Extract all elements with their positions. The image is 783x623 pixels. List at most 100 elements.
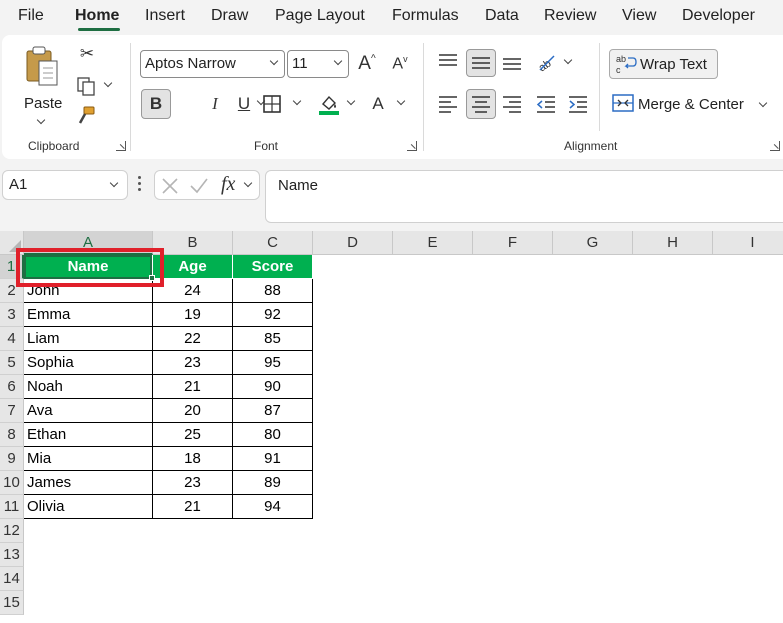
column-header-h[interactable]: H — [633, 231, 713, 255]
formula-bar-grip-icon[interactable] — [138, 176, 142, 194]
table-cell-score[interactable]: 88 — [233, 279, 313, 303]
decrease-font-size-button[interactable]: Av — [387, 51, 413, 77]
underline-button[interactable]: U — [232, 91, 256, 117]
table-cell-age[interactable]: 18 — [153, 447, 233, 471]
table-header-age[interactable]: Age — [153, 255, 233, 279]
row-header-5[interactable]: 5 — [0, 351, 24, 375]
table-cell-name[interactable]: Ava — [24, 399, 153, 423]
table-cell-age[interactable]: 22 — [153, 327, 233, 351]
table-cell-name[interactable]: Emma — [24, 303, 153, 327]
table-cell-name[interactable]: Sophia — [24, 351, 153, 375]
font-size-select[interactable]: 11 — [287, 50, 349, 78]
alignment-launcher-icon[interactable] — [770, 141, 780, 151]
table-cell-score[interactable]: 87 — [233, 399, 313, 423]
column-header-e[interactable]: E — [393, 231, 473, 255]
bottom-align-button[interactable] — [499, 49, 525, 75]
copy-button[interactable] — [74, 75, 98, 97]
table-cell-age[interactable]: 21 — [153, 495, 233, 519]
row-header-11[interactable]: 11 — [0, 495, 24, 519]
table-cell-score[interactable]: 90 — [233, 375, 313, 399]
italic-button[interactable]: I — [202, 91, 228, 117]
column-header-g[interactable]: G — [553, 231, 633, 255]
table-header-score[interactable]: Score — [233, 255, 313, 279]
table-cell-score[interactable]: 92 — [233, 303, 313, 327]
format-painter-button[interactable] — [74, 105, 98, 127]
table-cell-score[interactable]: 95 — [233, 351, 313, 375]
table-cell-name[interactable]: Mia — [24, 447, 153, 471]
table-cell-age[interactable]: 19 — [153, 303, 233, 327]
font-color-button[interactable]: A — [366, 91, 390, 117]
tab-data[interactable]: Data — [485, 7, 519, 25]
row-header-12[interactable]: 12 — [0, 519, 24, 543]
align-center-button[interactable] — [466, 89, 496, 119]
column-header-d[interactable]: D — [313, 231, 393, 255]
middle-align-button[interactable] — [466, 49, 496, 77]
clipboard-launcher-icon[interactable] — [116, 141, 126, 151]
decrease-indent-button[interactable] — [533, 91, 559, 117]
font-color-dropdown-icon[interactable] — [396, 96, 406, 106]
paste-dropdown-icon[interactable] — [36, 115, 46, 125]
row-header-3[interactable]: 3 — [0, 303, 24, 327]
table-cell-name[interactable]: Olivia — [24, 495, 153, 519]
tab-review[interactable]: Review — [544, 7, 596, 25]
table-cell-age[interactable]: 20 — [153, 399, 233, 423]
fill-color-button[interactable] — [316, 91, 342, 117]
orientation-button[interactable]: ab — [533, 49, 561, 75]
table-cell-score[interactable]: 85 — [233, 327, 313, 351]
fill-color-dropdown-icon[interactable] — [346, 96, 356, 106]
tab-view[interactable]: View — [622, 7, 656, 25]
table-cell-age[interactable]: 23 — [153, 351, 233, 375]
tab-file[interactable]: File — [18, 7, 44, 25]
formula-expand-icon[interactable] — [243, 178, 253, 188]
font-launcher-icon[interactable] — [407, 141, 417, 151]
name-box[interactable]: A1 — [2, 170, 128, 200]
row-header-15[interactable]: 15 — [0, 591, 24, 615]
column-header-f[interactable]: F — [473, 231, 553, 255]
wrap-text-button[interactable]: ab c Wrap Text — [609, 49, 718, 79]
insert-function-icon[interactable]: fx — [221, 173, 235, 196]
cancel-icon[interactable] — [161, 177, 179, 195]
table-cell-score[interactable]: 94 — [233, 495, 313, 519]
increase-font-size-button[interactable]: A^ — [354, 51, 380, 77]
tab-home[interactable]: Home — [75, 7, 119, 25]
formula-input[interactable]: Name — [265, 170, 783, 223]
row-header-13[interactable]: 13 — [0, 543, 24, 567]
tab-insert[interactable]: Insert — [145, 7, 185, 25]
paste-button[interactable]: Paste — [20, 41, 66, 131]
column-header-i[interactable]: I — [713, 231, 783, 255]
top-align-button[interactable] — [435, 49, 461, 75]
row-header-4[interactable]: 4 — [0, 327, 24, 351]
orientation-dropdown-icon[interactable] — [563, 55, 573, 65]
table-cell-name[interactable]: James — [24, 471, 153, 495]
row-header-8[interactable]: 8 — [0, 423, 24, 447]
tab-developer[interactable]: Developer — [682, 7, 755, 25]
row-header-10[interactable]: 10 — [0, 471, 24, 495]
bold-button[interactable]: B — [141, 89, 171, 119]
table-cell-name[interactable]: Ethan — [24, 423, 153, 447]
copy-dropdown-icon[interactable] — [103, 78, 113, 88]
row-header-7[interactable]: 7 — [0, 399, 24, 423]
row-header-6[interactable]: 6 — [0, 375, 24, 399]
row-header-9[interactable]: 9 — [0, 447, 24, 471]
table-cell-age[interactable]: 24 — [153, 279, 233, 303]
column-header-c[interactable]: C — [233, 231, 313, 255]
table-cell-name[interactable]: Noah — [24, 375, 153, 399]
tab-draw[interactable]: Draw — [211, 7, 248, 25]
tab-page-layout[interactable]: Page Layout — [275, 7, 365, 25]
increase-indent-button[interactable] — [565, 91, 591, 117]
borders-button[interactable] — [260, 91, 284, 117]
align-left-button[interactable] — [435, 91, 461, 117]
align-right-button[interactable] — [499, 91, 525, 117]
table-cell-score[interactable]: 91 — [233, 447, 313, 471]
borders-dropdown-icon[interactable] — [292, 96, 302, 106]
table-cell-age[interactable]: 21 — [153, 375, 233, 399]
table-cell-name[interactable]: Liam — [24, 327, 153, 351]
tab-formulas[interactable]: Formulas — [392, 7, 459, 25]
merge-center-dropdown-icon[interactable] — [758, 98, 768, 108]
font-name-select[interactable]: Aptos Narrow — [140, 50, 285, 78]
column-header-b[interactable]: B — [153, 231, 233, 255]
table-cell-score[interactable]: 80 — [233, 423, 313, 447]
table-cell-score[interactable]: 89 — [233, 471, 313, 495]
enter-icon[interactable] — [189, 177, 209, 195]
table-cell-age[interactable]: 25 — [153, 423, 233, 447]
